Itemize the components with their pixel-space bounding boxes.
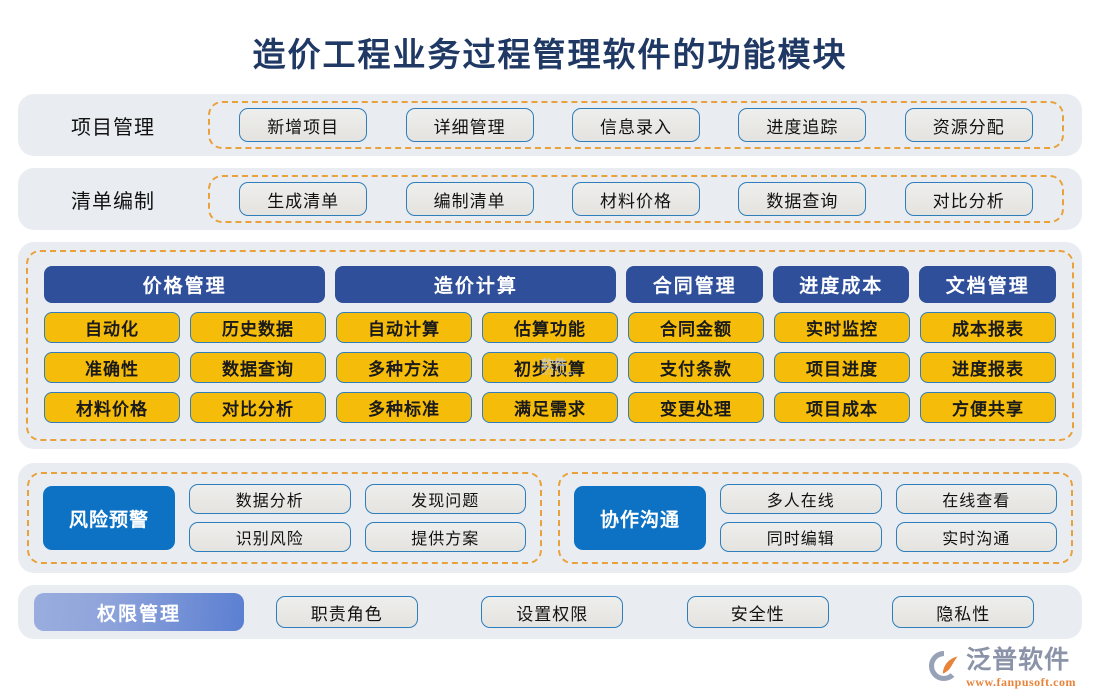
collaboration-title[interactable]: 协作沟通 (574, 486, 706, 550)
button-discover-issue[interactable]: 发现问题 (364, 484, 526, 514)
feature-cell[interactable]: 项目成本 (774, 392, 910, 423)
button-data-query[interactable]: 数据查询 (738, 182, 867, 216)
risk-collaboration-panel: 风险预警 数据分析 发现问题 识别风险 提供方案 协作沟通 多人在线 在线查看 … (18, 463, 1082, 573)
feature-cell[interactable]: 自动化 (44, 312, 180, 343)
feature-cell[interactable]: 支付条款 (628, 352, 764, 383)
fanpu-logo-icon (929, 651, 958, 681)
button-realtime-communication[interactable]: 实时沟通 (895, 522, 1057, 552)
module-header-cost-calculation[interactable]: 造价计算 (335, 266, 617, 303)
feature-cell[interactable]: 多种方法 (336, 352, 472, 383)
permission-management-panel: 权限管理 职责角色 设置权限 安全性 隐私性 (18, 585, 1082, 639)
feature-cell[interactable]: 项目进度 (774, 352, 910, 383)
button-identify-risk[interactable]: 识别风险 (189, 522, 351, 552)
collaboration-group: 协作沟通 多人在线 在线查看 同时编辑 实时沟通 (558, 472, 1073, 564)
module-header-document-management[interactable]: 文档管理 (919, 266, 1056, 303)
module-feature-row: 准确性 数据查询 多种方法 初步预算 支付条款 项目进度 进度报表 (44, 352, 1056, 383)
button-resource-allocation[interactable]: 资源分配 (904, 108, 1033, 142)
feature-cell[interactable]: 多种标准 (336, 392, 472, 423)
button-set-permission[interactable]: 设置权限 (481, 596, 624, 628)
feature-cell[interactable]: 初步预算 (482, 352, 618, 383)
feature-cell[interactable]: 方便共享 (920, 392, 1056, 423)
project-management-items: 新增项目 详细管理 信息录入 进度追踪 资源分配 (208, 101, 1064, 149)
module-header-progress-cost[interactable]: 进度成本 (772, 266, 910, 303)
feature-cell[interactable]: 估算功能 (482, 312, 618, 343)
button-simultaneous-edit[interactable]: 同时编辑 (720, 522, 882, 552)
button-security[interactable]: 安全性 (686, 596, 829, 628)
module-feature-row: 自动化 历史数据 自动计算 估算功能 合同金额 实时监控 成本报表 (44, 312, 1056, 343)
brand-logo: 泛普软件 www.fanpusoft.com (928, 648, 1076, 690)
feature-cell[interactable]: 数据查询 (190, 352, 326, 383)
feature-cell[interactable]: 准确性 (44, 352, 180, 383)
button-new-project[interactable]: 新增项目 (239, 108, 368, 142)
permission-management-badge[interactable]: 权限管理 (34, 593, 244, 631)
button-online-view[interactable]: 在线查看 (895, 484, 1057, 514)
list-compilation-items: 生成清单 编制清单 材料价格 数据查询 对比分析 (208, 175, 1064, 223)
button-privacy[interactable]: 隐私性 (892, 596, 1035, 628)
button-material-price[interactable]: 材料价格 (571, 182, 700, 216)
risk-warning-group: 风险预警 数据分析 发现问题 识别风险 提供方案 (27, 472, 542, 564)
logo-website-url: www.fanpusoft.com (966, 675, 1076, 689)
logo-company-name: 泛普软件 (966, 647, 1071, 674)
button-data-analysis[interactable]: 数据分析 (189, 484, 351, 514)
feature-cell[interactable]: 进度报表 (920, 352, 1056, 383)
row-label-project-management: 项目管理 (71, 116, 155, 139)
button-comparative-analysis[interactable]: 对比分析 (904, 182, 1033, 216)
module-feature-row: 材料价格 对比分析 多种标准 满足需求 变更处理 项目成本 方便共享 (44, 392, 1056, 423)
list-compilation-panel: 清单编制 生成清单 编制清单 材料价格 数据查询 对比分析 软件 SOFTWAR… (18, 168, 1082, 377)
feature-cell[interactable]: 自动计算 (336, 312, 472, 343)
button-info-entry[interactable]: 信息录入 (571, 108, 700, 142)
feature-cell[interactable]: 对比分析 (190, 392, 326, 423)
row-label-list-compilation: 清单编制 (71, 190, 155, 213)
feature-cell[interactable]: 满足需求 (482, 392, 618, 423)
feature-cell[interactable]: 实时监控 (774, 312, 910, 343)
feature-cell[interactable]: 历史数据 (190, 312, 326, 343)
feature-cell[interactable]: 成本报表 (920, 312, 1056, 343)
core-modules-panel: 价格管理 造价计算 合同管理 进度成本 文档管理 自动化 历史数据 自动计算 估… (18, 242, 1082, 449)
button-compile-list[interactable]: 编制清单 (405, 182, 534, 216)
module-header-row: 价格管理 造价计算 合同管理 进度成本 文档管理 (44, 266, 1056, 303)
module-header-contract-management[interactable]: 合同管理 (626, 266, 763, 303)
button-multi-user-online[interactable]: 多人在线 (720, 484, 882, 514)
button-role-responsibility[interactable]: 职责角色 (275, 596, 418, 628)
button-generate-list[interactable]: 生成清单 (239, 182, 368, 216)
feature-cell[interactable]: 材料价格 (44, 392, 180, 423)
button-provide-solution[interactable]: 提供方案 (364, 522, 526, 552)
risk-warning-title[interactable]: 风险预警 (43, 486, 175, 550)
button-progress-tracking[interactable]: 进度追踪 (738, 108, 867, 142)
feature-cell[interactable]: 变更处理 (628, 392, 764, 423)
project-management-panel: 项目管理 新增项目 详细管理 信息录入 进度追踪 资源分配 (18, 94, 1082, 156)
page-title: 造价工程业务过程管理软件的功能模块 (252, 38, 848, 74)
module-header-price-management[interactable]: 价格管理 (44, 266, 326, 303)
button-detail-management[interactable]: 详细管理 (405, 108, 534, 142)
feature-cell[interactable]: 合同金额 (628, 312, 764, 343)
